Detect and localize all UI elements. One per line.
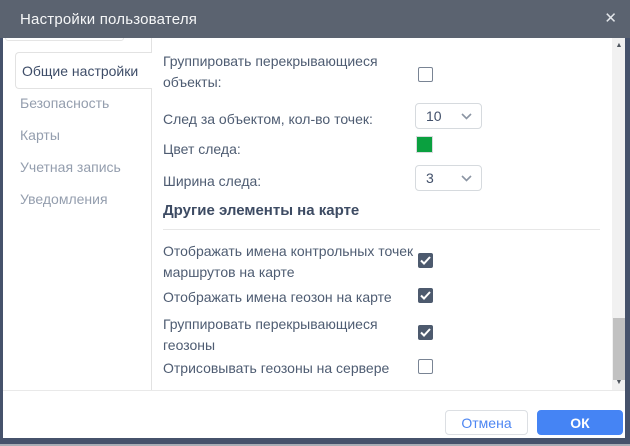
sidebar-item-maps[interactable]: Карты (20, 127, 60, 143)
render-geofences-on-server-label: Отрисовывать геозоны на сервере (163, 358, 421, 379)
dialog-title: Настройки пользователя (0, 11, 197, 28)
group-overlapping-objects-checkbox[interactable] (418, 67, 433, 82)
scrollbar-thumb[interactable] (613, 318, 625, 380)
trail-points-label: След за объектом, кол-во точек: (163, 109, 421, 130)
scroll-up-icon[interactable]: ▲ (612, 40, 626, 52)
sidebar-item-general-settings[interactable]: Общие настройки (15, 52, 152, 89)
trail-points-select[interactable]: 10 (415, 103, 482, 129)
dialog-border (625, 38, 630, 446)
sidebar-item-account[interactable]: Учетная запись (20, 159, 121, 175)
scroll-down-icon[interactable]: ▼ (612, 377, 626, 389)
trail-width-value: 3 (416, 170, 461, 186)
close-icon[interactable]: ✕ (604, 0, 617, 38)
trail-width-label: Ширина следа: (163, 171, 421, 192)
vertical-scrollbar[interactable]: ▲ ▼ (612, 38, 626, 390)
chevron-down-icon (461, 175, 481, 182)
user-settings-dialog: Настройки пользователя ✕ Общие настройки… (0, 0, 630, 446)
dialog-border (0, 38, 3, 446)
group-overlapping-geofences-label: Группировать перекрывающиеся геозоны (163, 314, 421, 356)
other-map-elements-section-header: Другие элементы на карте (163, 202, 359, 219)
trail-color-label: Цвет следа: (163, 139, 421, 160)
trail-color-swatch[interactable] (416, 136, 433, 153)
dialog-titlebar: Настройки пользователя ✕ (0, 0, 630, 38)
section-divider (163, 229, 600, 230)
show-geofence-names-label: Отображать имена геозон на карте (163, 287, 421, 308)
group-overlapping-geofences-checkbox[interactable] (418, 325, 433, 340)
chevron-down-icon (461, 113, 481, 120)
show-geofence-names-checkbox[interactable] (418, 288, 433, 303)
dialog-footer: Отмена ОК (3, 390, 625, 438)
ok-button[interactable]: ОК (537, 410, 623, 435)
sidebar-item-security[interactable]: Безопасность (20, 95, 109, 111)
render-geofences-on-server-checkbox[interactable] (418, 359, 433, 374)
trail-points-value: 10 (416, 108, 461, 124)
trail-width-select[interactable]: 3 (415, 165, 482, 191)
show-route-checkpoint-names-label: Отображать имена контрольных точек маршр… (163, 241, 421, 283)
show-route-checkpoint-names-checkbox[interactable] (418, 253, 433, 268)
sidebar-item-notifications[interactable]: Уведомления (20, 191, 108, 207)
cancel-button[interactable]: Отмена (445, 410, 528, 435)
group-overlapping-objects-label: Группировать перекрывающиеся объекты: (163, 51, 421, 93)
sidebar-divider (151, 38, 152, 390)
